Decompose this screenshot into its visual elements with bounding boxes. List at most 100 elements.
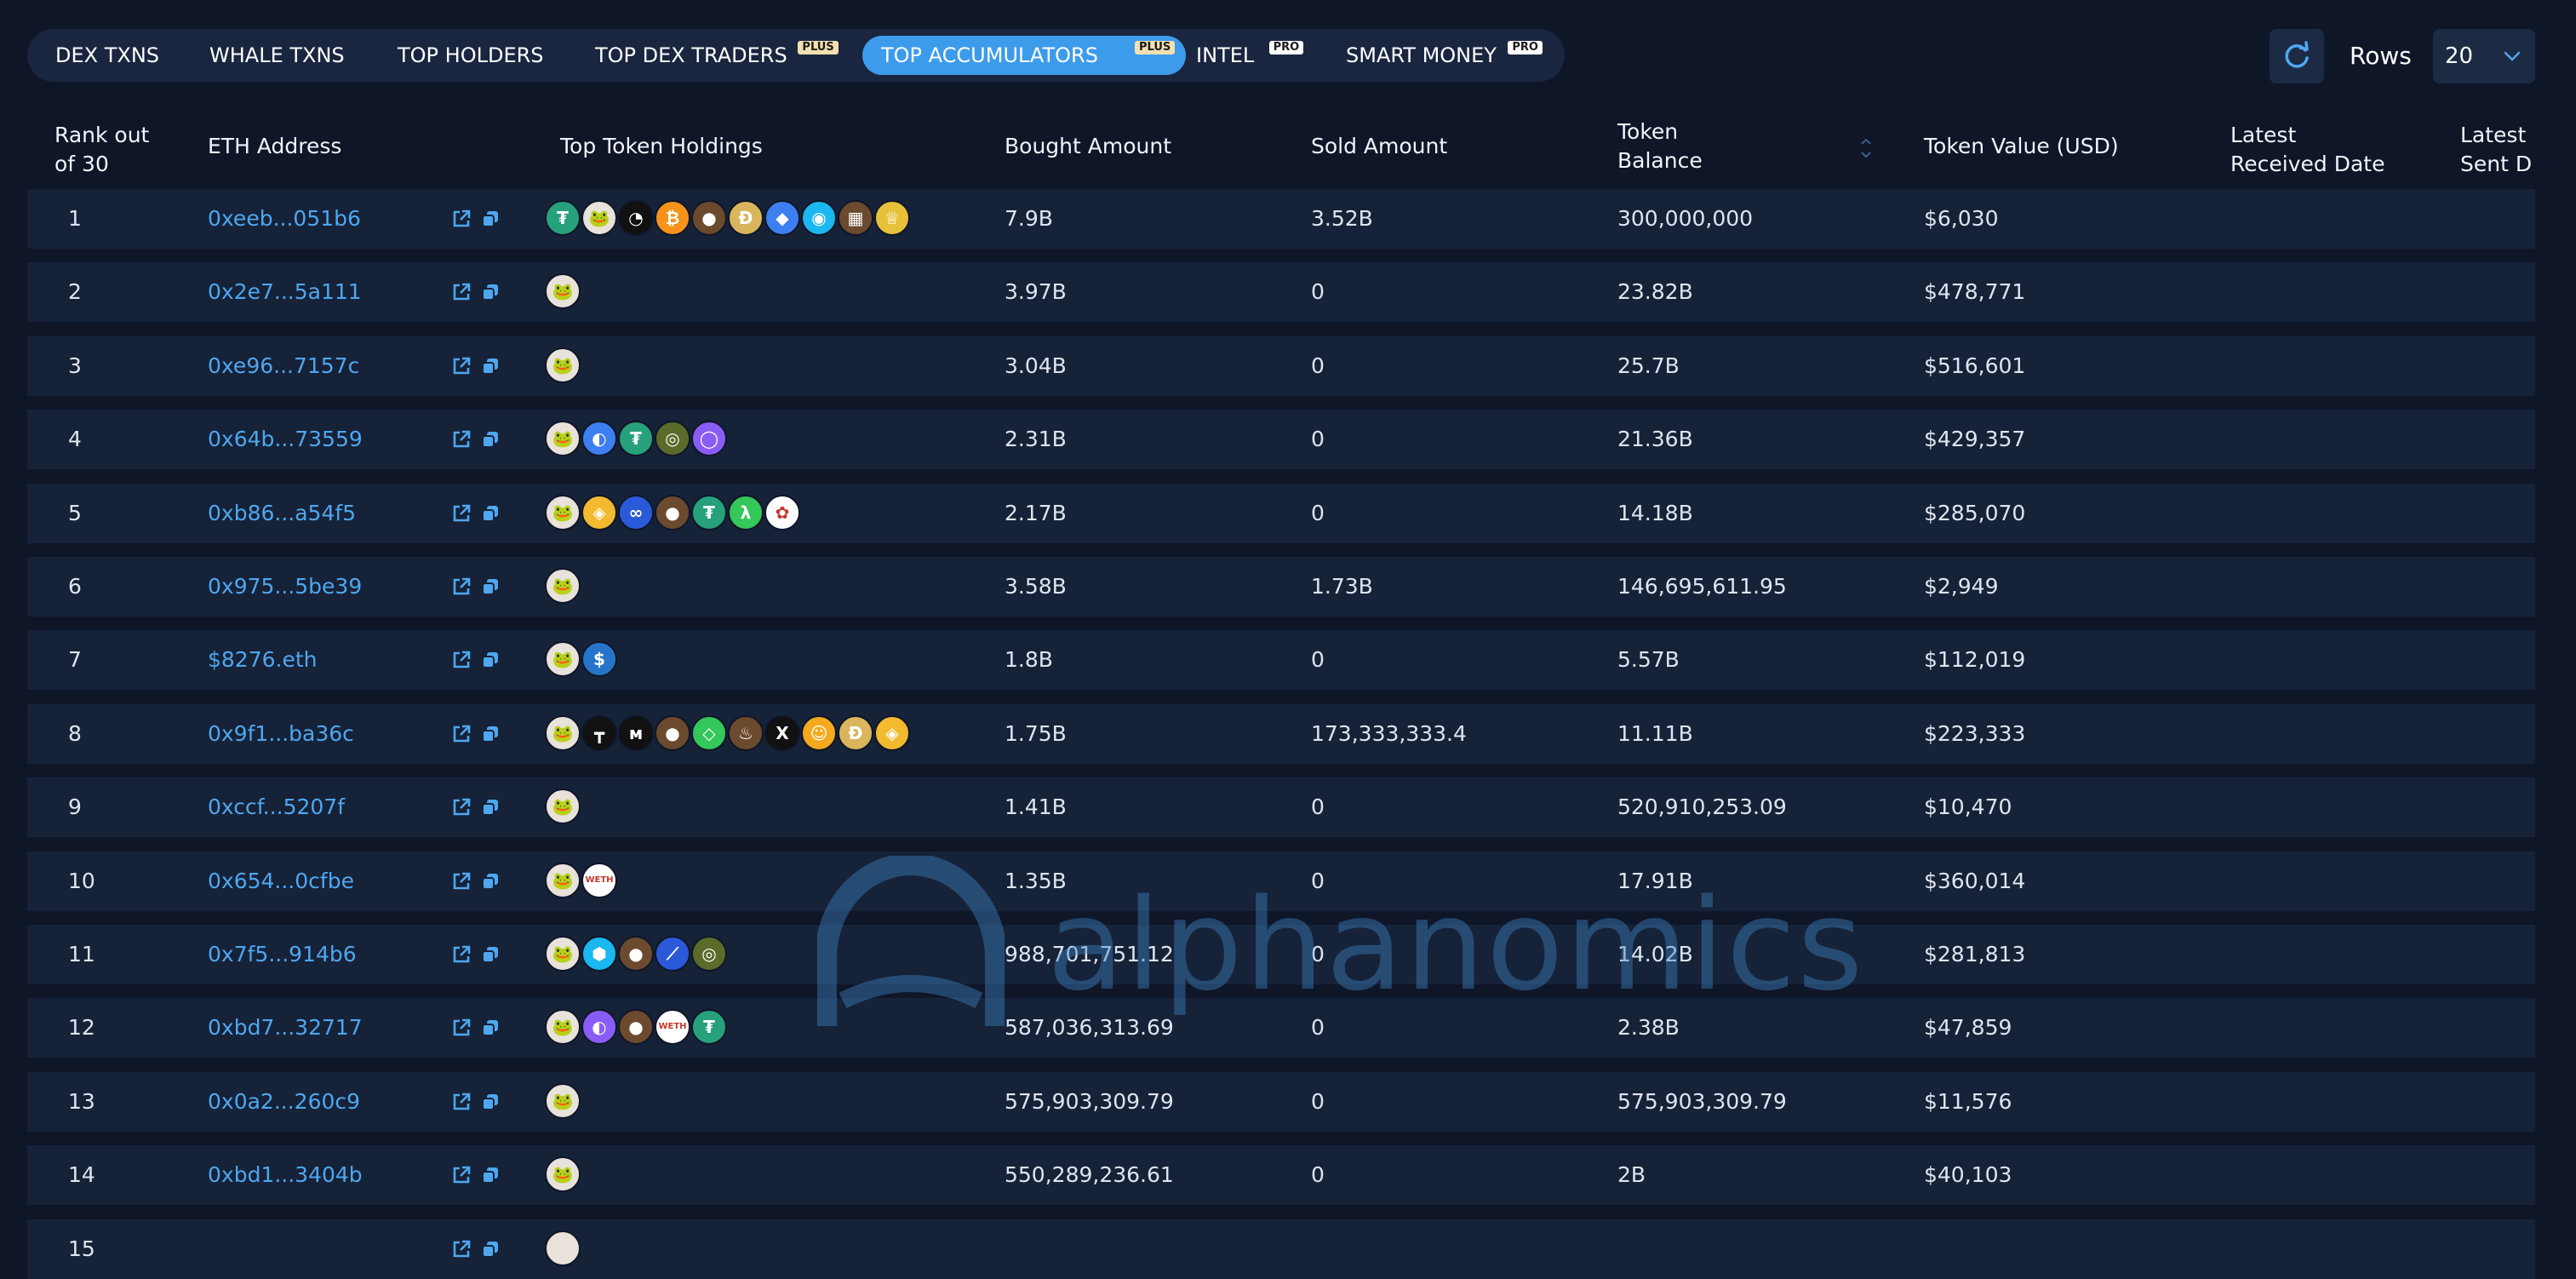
col-header-rank[interactable]: Rank out of 30 xyxy=(54,121,149,179)
token-purple-icon[interactable]: ◯ xyxy=(691,421,727,457)
external-link-icon[interactable] xyxy=(451,503,472,524)
eth-address-link[interactable]: 0x654...0cfbe xyxy=(208,868,354,895)
token-dark-icon[interactable]: ◔ xyxy=(618,200,654,236)
copy-icon[interactable] xyxy=(480,1092,501,1112)
token-shiba-icon[interactable]: ☺ xyxy=(801,714,837,751)
table-row[interactable]: 9 0xccf...5207f 🐸 1.41B 0 520,910,253.09 $10,4… xyxy=(27,777,2535,838)
token-chainlink-icon[interactable]: ∞ xyxy=(618,494,654,531)
token-brown-icon[interactable]: ● xyxy=(618,1009,654,1046)
tab-top-dex-traders[interactable]: TOP DEX TRADERS PLUS xyxy=(595,36,839,75)
tab-dex-txns[interactable]: DEX TXNS xyxy=(55,36,159,75)
copy-icon[interactable] xyxy=(480,797,501,817)
external-link-icon[interactable] xyxy=(451,944,472,965)
token-pepe-icon[interactable]: 🐸 xyxy=(545,1009,581,1046)
external-link-icon[interactable] xyxy=(451,650,472,670)
token-brown-icon[interactable]: ● xyxy=(691,200,727,236)
external-link-icon[interactable] xyxy=(451,1018,472,1038)
table-row[interactable]: 5 0xb86...a54f5 🐸 ◈ ∞ ● ₮ λ ✿ 2.17B 0 14.18B $285,07… xyxy=(27,483,2535,543)
eth-address-link[interactable]: 0x975...5be39 xyxy=(208,573,362,600)
token-dark-icon[interactable]: X xyxy=(764,714,800,751)
token-green-icon[interactable]: ◇ xyxy=(691,714,727,751)
eth-address-link[interactable]: 0x64b...73559 xyxy=(208,426,363,453)
copy-icon[interactable] xyxy=(480,282,501,302)
sort-icon[interactable] xyxy=(1858,135,1874,162)
token-weth-icon[interactable]: WETH xyxy=(655,1009,690,1046)
token-pepe-icon[interactable]: 🐸 xyxy=(545,714,581,751)
external-link-icon[interactable] xyxy=(451,1239,472,1259)
token-olive-icon[interactable]: ◎ xyxy=(655,421,690,457)
external-link-icon[interactable] xyxy=(451,429,472,450)
col-header-bought[interactable]: Bought Amount xyxy=(1005,132,1171,161)
table-row[interactable]: 13 0x0a2...260c9 🐸 575,903,309.79 0 575,903,3… xyxy=(27,1071,2535,1132)
token-usdc-icon[interactable]: $ xyxy=(581,641,617,678)
table-row[interactable]: 15 xyxy=(27,1219,2535,1279)
token-tether-icon[interactable]: ₮ xyxy=(691,1009,727,1046)
token-doge-icon[interactable]: Ð xyxy=(728,200,764,236)
token-purple-icon[interactable]: ◐ xyxy=(581,1009,617,1046)
col-header-balance[interactable]: Token Balance xyxy=(1617,118,1703,175)
eth-address-link[interactable]: 0xbd1...3404b xyxy=(208,1161,363,1189)
token-blue-icon[interactable]: ◐ xyxy=(581,421,617,457)
refresh-button[interactable] xyxy=(2270,29,2324,83)
copy-icon[interactable] xyxy=(480,576,501,597)
copy-icon[interactable] xyxy=(480,503,501,524)
col-header-sold[interactable]: Sold Amount xyxy=(1311,132,1447,161)
token-green-icon[interactable]: λ xyxy=(728,494,764,531)
copy-icon[interactable] xyxy=(480,1165,501,1185)
token-pepe-icon[interactable]: 🐸 xyxy=(545,568,581,604)
table-row[interactable]: 14 0xbd1...3404b 🐸 550,289,236.61 0 2B $40,103 xyxy=(27,1145,2535,1206)
eth-address-link[interactable]: 0x9f1...ba36c xyxy=(208,720,354,748)
external-link-icon[interactable] xyxy=(451,1092,472,1112)
external-link-icon[interactable] xyxy=(451,1165,472,1185)
copy-icon[interactable] xyxy=(480,356,501,376)
copy-icon[interactable] xyxy=(480,429,501,450)
table-row[interactable]: 8 0x9f1...ba36c 🐸 ┳ ᴍ ● ◇ ♨ X ☺ Ð ◈ 1.75B 173,333,333… xyxy=(27,703,2535,764)
token-pepe-icon[interactable]: 🐸 xyxy=(545,641,581,678)
token-brown-icon[interactable]: ● xyxy=(655,494,690,531)
tab-intel[interactable]: INTEL PRO xyxy=(1196,36,1305,75)
tab-smart-money[interactable]: SMART MONEY PRO xyxy=(1346,36,1543,75)
token-bitcoin-icon[interactable]: ₿ xyxy=(655,200,690,236)
eth-address-link[interactable]: 0x7f5...914b6 xyxy=(208,941,357,968)
token-brown-icon[interactable]: ▦ xyxy=(838,200,873,236)
token-pepe-icon[interactable]: 🐸 xyxy=(581,200,617,236)
token-pepe-icon[interactable]: 🐸 xyxy=(545,789,581,825)
copy-icon[interactable] xyxy=(480,944,501,965)
token-chainlink-icon[interactable]: ⟋ xyxy=(655,936,690,972)
table-row[interactable]: 7 $8276.eth 🐸 $1.8B 0 5.57B $112,019 xyxy=(27,630,2535,691)
token-pepe-icon[interactable]: 🐸 xyxy=(545,936,581,972)
col-header-address[interactable]: ETH Address xyxy=(208,132,341,161)
token-blue-icon[interactable]: ◆ xyxy=(764,200,800,236)
rows-per-page-select[interactable]: 20 xyxy=(2433,29,2535,83)
eth-address-link[interactable]: 0xe96...7157c xyxy=(208,353,359,380)
token-tether-icon[interactable]: ₮ xyxy=(691,494,727,531)
table-row[interactable]: 1 0xeeb...051b6 ₮ 🐸 ◔ ₿ ● Ð ◆ ◉ ▦ ♕ 7.9B 3.52B 300,000… xyxy=(27,189,2535,249)
copy-icon[interactable] xyxy=(480,1018,501,1038)
token-pepe-icon[interactable]: 🐸 xyxy=(545,1156,581,1193)
copy-icon[interactable] xyxy=(480,650,501,670)
token-pepe-icon[interactable]: 🐸 xyxy=(545,347,581,383)
token-brown-icon[interactable]: ● xyxy=(655,714,690,751)
external-link-icon[interactable] xyxy=(451,209,472,229)
token-weth-icon[interactable]: ✿ xyxy=(764,494,800,531)
token-pepe-icon[interactable]: 🐸 xyxy=(545,1082,581,1119)
token-brown-icon[interactable]: ● xyxy=(618,936,654,972)
col-header-value[interactable]: Token Value (USD) xyxy=(1924,132,2119,161)
external-link-icon[interactable] xyxy=(451,356,472,376)
tab-top-accumulators[interactable]: TOP ACCUMULATORS PLUS xyxy=(862,36,1186,75)
token-doge-icon[interactable]: Ð xyxy=(838,714,873,751)
token-pepe-icon[interactable]: 🐸 xyxy=(545,862,581,898)
token-binance-icon[interactable]: ◈ xyxy=(874,714,910,751)
token-weth-icon[interactable]: WETH xyxy=(581,862,617,898)
table-row[interactable]: 3 0xe96...7157c 🐸 3.04B 0 25.7B $516,601 xyxy=(27,336,2535,396)
eth-address-link[interactable]: $8276.eth xyxy=(208,646,318,674)
table-row[interactable]: 11 0x7f5...914b6 🐸 ⬢ ● ⟋ ◎ 988,701,751.12 0 14.02… xyxy=(27,925,2535,984)
external-link-icon[interactable] xyxy=(451,871,472,892)
token-tether-icon[interactable]: ₮ xyxy=(545,200,581,236)
table-row[interactable]: 6 0x975...5be39 🐸 3.58B 1.73B 146,695,611.95 $… xyxy=(27,557,2535,617)
table-row[interactable]: 12 0xbd7...32717 🐸 ◐ ● WETH ₮ 587,036,313.69 0 2.… xyxy=(27,998,2535,1058)
token-cyan-icon[interactable]: ◉ xyxy=(801,200,837,236)
token-brown-icon[interactable]: ♨ xyxy=(728,714,764,751)
external-link-icon[interactable] xyxy=(451,724,472,744)
token-dark-icon[interactable]: ┳ xyxy=(581,714,617,751)
